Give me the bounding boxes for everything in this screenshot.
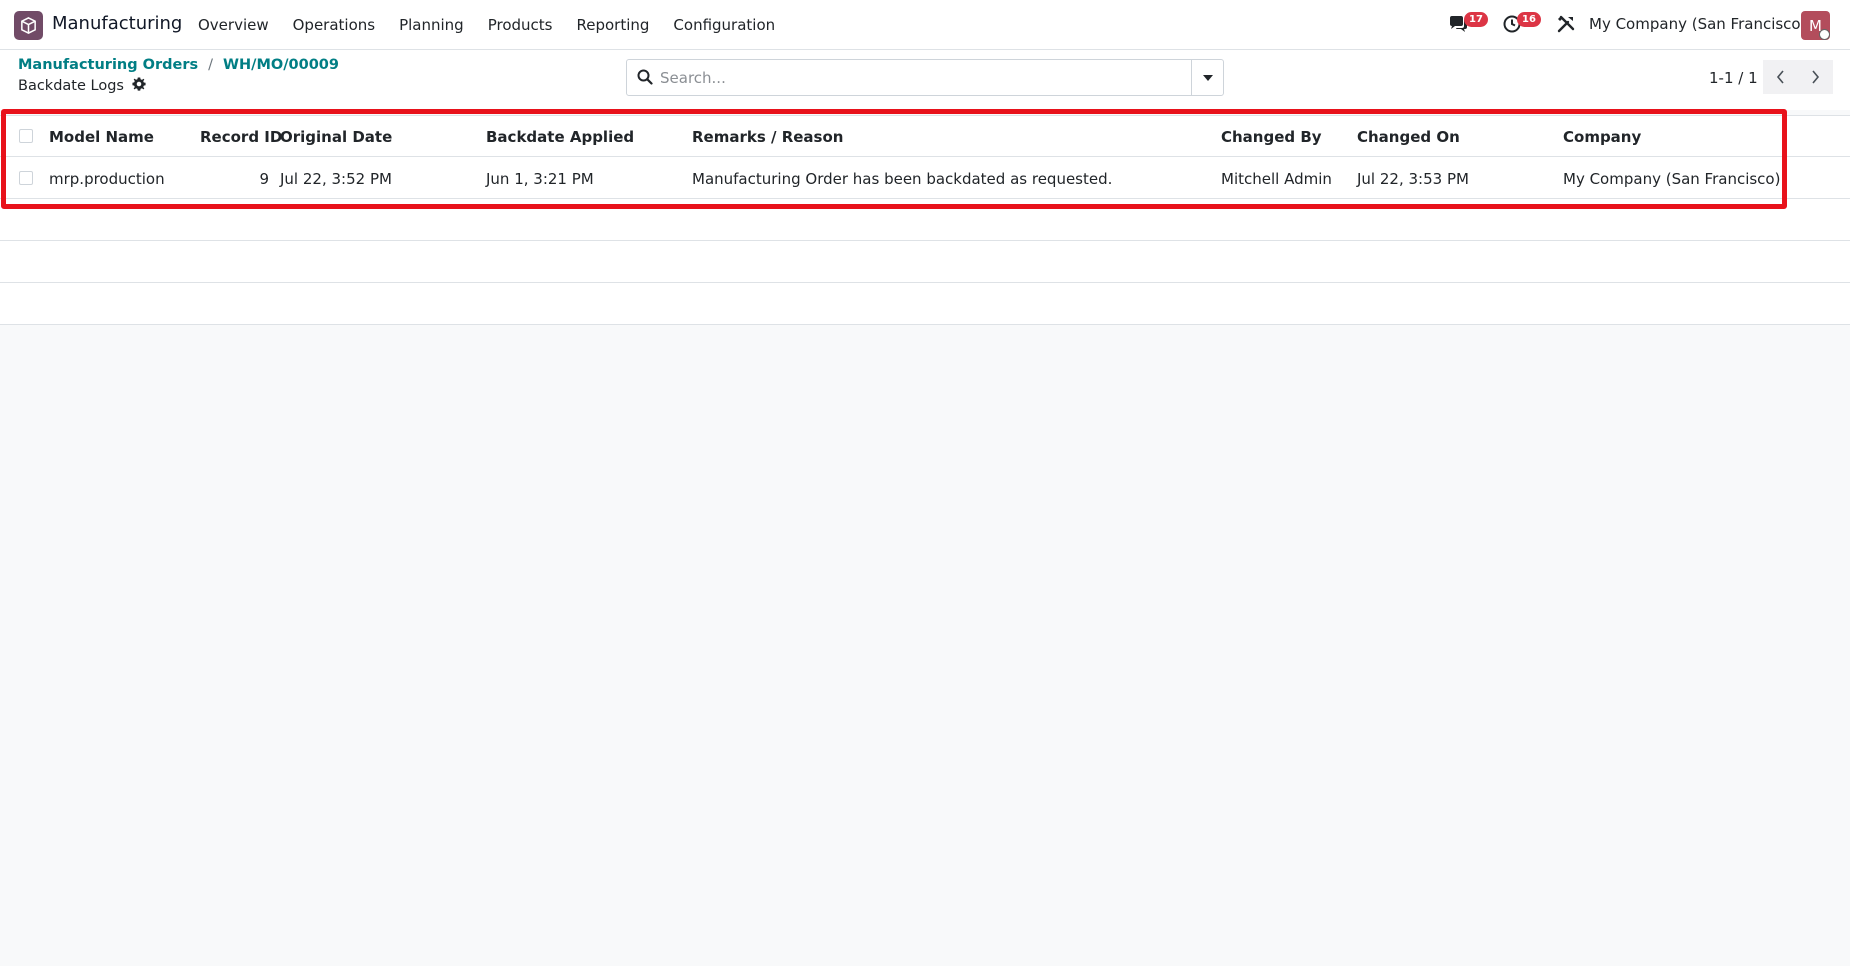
column-record-id[interactable]: Record ID [200, 128, 282, 146]
cell-record-id: 9 [259, 170, 269, 188]
page-title-label: Backdate Logs [18, 78, 124, 94]
cell-backdate-applied: Jun 1, 3:21 PM [486, 170, 594, 188]
top-navbar: Manufacturing Overview Operations Planni… [0, 0, 1850, 50]
breadcrumb-manufacturing-orders[interactable]: Manufacturing Orders [18, 57, 198, 73]
status-icon [1819, 29, 1830, 40]
menu-reporting[interactable]: Reporting [577, 16, 650, 34]
pager-previous-button[interactable] [1763, 60, 1798, 94]
breadcrumb: Manufacturing Orders / WH/MO/00009 [18, 57, 339, 73]
messages-badge: 17 [1464, 12, 1488, 27]
column-changed-by[interactable]: Changed By [1221, 128, 1322, 146]
chevron-right-icon [1812, 70, 1820, 84]
tools-icon[interactable] [1557, 15, 1575, 37]
search-icon [637, 69, 653, 89]
pager-next-button[interactable] [1798, 60, 1833, 94]
table-row[interactable]: mrp.production 9 Jul 22, 3:52 PM Jun 1, … [0, 157, 1850, 199]
main-menu: Overview Operations Planning Products Re… [198, 16, 799, 34]
column-remarks[interactable]: Remarks / Reason [692, 128, 843, 146]
caret-down-icon [1202, 74, 1213, 81]
menu-configuration[interactable]: Configuration [673, 16, 775, 34]
cell-original-date: Jul 22, 3:52 PM [280, 170, 392, 188]
menu-products[interactable]: Products [488, 16, 553, 34]
list-background [0, 326, 1850, 966]
cell-remarks: Manufacturing Order has been backdated a… [692, 170, 1113, 188]
control-panel: Manufacturing Orders / WH/MO/00009 Backd… [0, 50, 1850, 110]
row-checkbox[interactable] [19, 171, 33, 185]
column-changed-on[interactable]: Changed On [1357, 128, 1460, 146]
column-company[interactable]: Company [1563, 128, 1641, 146]
empty-row [0, 283, 1850, 325]
search-box [626, 59, 1224, 96]
empty-row [0, 241, 1850, 283]
select-all-checkbox[interactable] [19, 129, 33, 143]
cell-changed-by: Mitchell Admin [1221, 170, 1332, 188]
app-icon[interactable] [14, 11, 43, 40]
menu-planning[interactable]: Planning [399, 16, 464, 34]
cell-changed-on: Jul 22, 3:53 PM [1357, 170, 1469, 188]
table-header: Model Name Record ID Original Date Backd… [0, 115, 1850, 157]
column-original-date[interactable]: Original Date [280, 128, 392, 146]
page-title: Backdate Logs [18, 77, 146, 95]
column-model-name[interactable]: Model Name [49, 128, 154, 146]
chevron-left-icon [1776, 70, 1784, 84]
column-backdate-applied[interactable]: Backdate Applied [486, 128, 634, 146]
breadcrumb-separator: / [208, 57, 214, 73]
empty-row [0, 199, 1850, 241]
menu-overview[interactable]: Overview [198, 16, 269, 34]
app-name[interactable]: Manufacturing [52, 13, 182, 34]
menu-operations[interactable]: Operations [293, 16, 375, 34]
search-options-toggle[interactable] [1191, 60, 1223, 95]
activities-badge: 16 [1517, 12, 1541, 27]
search-input[interactable] [660, 60, 1190, 95]
company-switcher[interactable]: My Company (San Francisco) [1589, 15, 1806, 33]
cell-company: My Company (San Francisco) [1563, 170, 1781, 188]
box-icon [21, 17, 36, 34]
cell-model-name: mrp.production [49, 170, 165, 188]
gear-icon[interactable] [132, 77, 146, 95]
breadcrumb-mo-record[interactable]: WH/MO/00009 [223, 57, 339, 73]
pager-value[interactable]: 1-1 / 1 [1709, 69, 1758, 87]
